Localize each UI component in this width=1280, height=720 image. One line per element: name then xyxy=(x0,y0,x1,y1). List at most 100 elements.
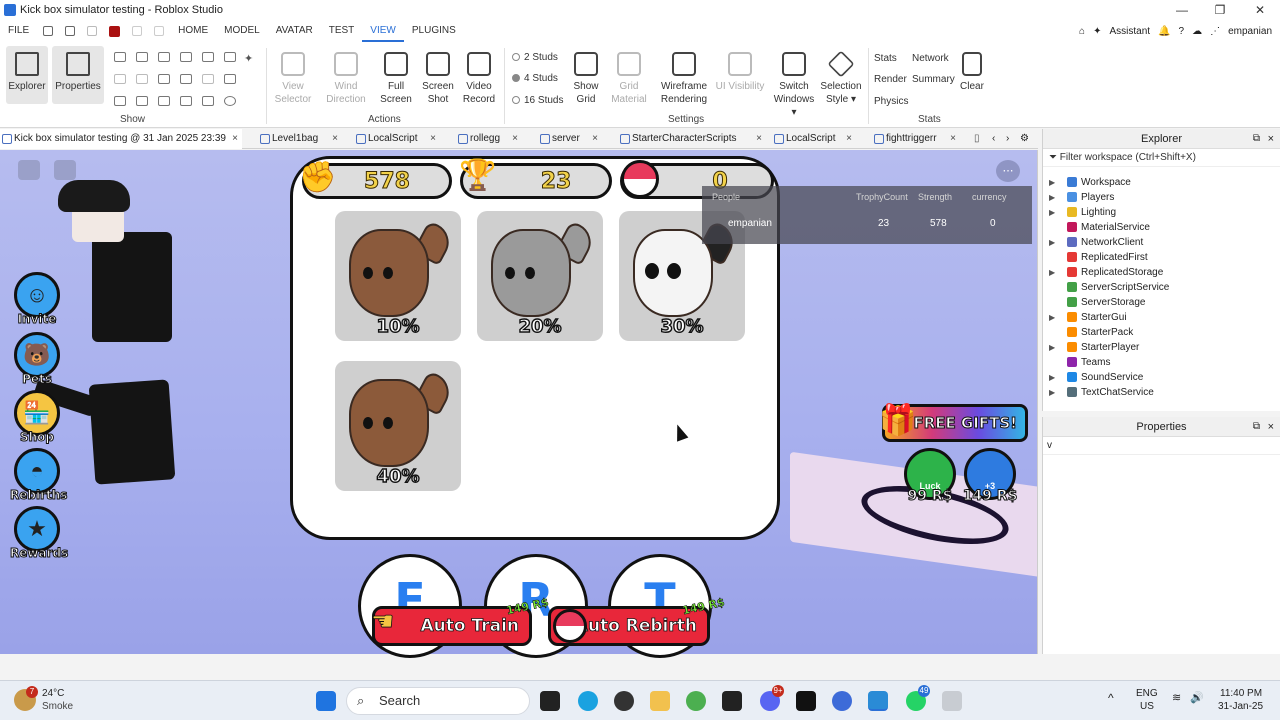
tag-editor-icon[interactable] xyxy=(202,74,214,84)
render-button[interactable]: Render xyxy=(874,73,907,86)
close-tab-icon[interactable]: × xyxy=(846,129,852,149)
menu-avatar[interactable]: AVATAR xyxy=(268,20,321,42)
wifi-icon[interactable]: ≋ xyxy=(1172,691,1181,704)
pet-card[interactable]: 40% xyxy=(335,361,461,491)
physics-button[interactable]: Physics xyxy=(874,95,908,108)
full-screen-button[interactable]: Full Screen xyxy=(376,52,416,106)
luck-boost-button[interactable]: Luck 99 R$ xyxy=(902,448,958,505)
asset-manager-icon[interactable] xyxy=(136,52,148,62)
share-icon[interactable]: ⋰ xyxy=(1210,26,1220,37)
sparkle-icon[interactable]: ✦ xyxy=(244,52,256,65)
stats-button[interactable]: Stats xyxy=(874,52,897,65)
network-button[interactable]: Network xyxy=(912,52,949,65)
tab-place[interactable]: Kick box simulator testing @ 31 Jan 2025… xyxy=(0,129,242,149)
menu-plugins[interactable]: PLUGINS xyxy=(404,20,464,42)
properties-filter-input[interactable]: v xyxy=(1043,437,1280,455)
pet-card[interactable]: 10% xyxy=(335,211,461,341)
tab-localscript[interactable]: LocalScript × xyxy=(354,129,440,149)
explorer-item-startergui[interactable]: ▶ StarterGui xyxy=(1043,310,1280,325)
close-tab-icon[interactable]: × xyxy=(430,129,436,149)
app-icon[interactable] xyxy=(614,691,634,711)
chat-icon[interactable] xyxy=(202,52,214,62)
explorer-item-networkclient[interactable]: ▶ NetworkClient xyxy=(1043,235,1280,250)
selection-style-button[interactable]: Selection Style ▾ xyxy=(818,50,864,106)
pet-slots-button[interactable]: +3 149 R$ xyxy=(962,448,1018,505)
studs-4-option[interactable]: 4 Studs xyxy=(512,73,558,84)
properties-toggle-button[interactable]: Properties xyxy=(52,46,104,104)
app-icon-2[interactable] xyxy=(832,691,852,711)
close-tab-icon[interactable]: × xyxy=(756,129,762,149)
explorer-filter-input[interactable]: ⏷ Filter workspace (Ctrl+Shift+X) xyxy=(1043,149,1280,167)
tab-settings-icon[interactable]: ⚙ xyxy=(1020,129,1029,149)
menu-model[interactable]: MODEL xyxy=(216,20,268,42)
expand-arrow-icon[interactable]: ▶ xyxy=(1049,205,1055,220)
redo-icon[interactable] xyxy=(154,26,165,36)
explorer-item-starterpack[interactable]: StarterPack xyxy=(1043,325,1280,340)
minimize-button[interactable]: — xyxy=(1162,0,1202,20)
expand-arrow-icon[interactable]: ▶ xyxy=(1049,190,1055,205)
explorer-item-textchatservice[interactable]: ▶ TextChatService xyxy=(1043,385,1280,400)
tab-level1bag[interactable]: Level1bag × xyxy=(258,129,342,149)
chat-toggle-icon[interactable] xyxy=(54,160,76,180)
undock-icon[interactable]: ⧉ xyxy=(1253,417,1260,437)
roblox-icon[interactable] xyxy=(796,691,816,711)
stop-icon[interactable] xyxy=(109,25,121,37)
task-scheduler-icon[interactable] xyxy=(136,96,148,106)
wind-direction-button[interactable]: Wind Direction xyxy=(324,52,368,106)
toolbox-icon[interactable] xyxy=(114,52,126,62)
screenshot-button[interactable]: Screen Shot xyxy=(418,52,458,106)
scroll-right-icon[interactable]: › xyxy=(1006,129,1009,149)
pet-card[interactable]: 20% xyxy=(477,211,603,341)
expand-arrow-icon[interactable]: ▶ xyxy=(1049,340,1055,355)
script-perf-icon[interactable] xyxy=(158,74,170,84)
find-icon[interactable] xyxy=(136,74,148,84)
shop-button[interactable]: 🏪 Shop xyxy=(10,390,64,445)
rewards-button[interactable]: ★ Rewards xyxy=(10,506,69,561)
explorer-item-replicatedstorage[interactable]: ▶ ReplicatedStorage xyxy=(1043,265,1280,280)
player-leaderboard[interactable]: People TrophyCount Strength currency emp… xyxy=(702,186,1032,244)
expand-arrow-icon[interactable]: ▶ xyxy=(1049,370,1055,385)
rebirths-button[interactable]: ◓ Rebirths xyxy=(10,448,68,503)
task-view-icon[interactable] xyxy=(540,691,560,711)
close-tab-icon[interactable]: × xyxy=(512,129,518,149)
notification-icon[interactable]: 🔔 xyxy=(1158,26,1170,37)
help-icon[interactable]: ? xyxy=(1179,26,1185,37)
tab-localscript-2[interactable]: LocalScript × xyxy=(772,129,856,149)
volume-icon[interactable]: 🔊 xyxy=(1190,691,1204,704)
context-icon[interactable] xyxy=(180,96,192,106)
explorer-item-serverscriptservice[interactable]: ServerScriptService xyxy=(1043,280,1280,295)
scroll-left-icon[interactable]: ‹ xyxy=(992,129,995,149)
explorer-toggle-button[interactable]: Explorer xyxy=(6,46,48,104)
home-icon[interactable]: ⌂ xyxy=(1079,26,1085,37)
tag-icon[interactable] xyxy=(224,52,236,62)
tray-chevron-icon[interactable]: ^ xyxy=(1108,691,1114,705)
team-create-icon[interactable] xyxy=(114,74,126,84)
more-tabs-icon[interactable]: ▯ xyxy=(974,129,980,149)
app-icon-3[interactable] xyxy=(942,691,962,711)
view-selector-button[interactable]: View Selector xyxy=(272,52,314,106)
close-tab-icon[interactable]: × xyxy=(950,129,956,149)
explorer-item-players[interactable]: ▶ Players xyxy=(1043,190,1280,205)
expand-arrow-icon[interactable]: ▶ xyxy=(1049,175,1055,190)
show-grid-button[interactable]: Show Grid xyxy=(568,52,604,106)
menu-home[interactable]: HOME xyxy=(170,20,216,42)
close-window-button[interactable]: ✕ xyxy=(1240,0,1280,20)
tab-fighttriggerr[interactable]: fighttriggerr × xyxy=(872,129,960,149)
expand-arrow-icon[interactable]: ▶ xyxy=(1049,310,1055,325)
edge-icon[interactable] xyxy=(578,691,598,711)
menu-test[interactable]: TEST xyxy=(321,20,363,42)
switch-windows-button[interactable]: Switch Windows ▾ xyxy=(770,52,818,119)
user-name[interactable]: empanian xyxy=(1228,26,1272,37)
explorer-item-soundservice[interactable]: ▶ SoundService xyxy=(1043,370,1280,385)
expand-arrow-icon[interactable]: ▶ xyxy=(1049,265,1055,280)
close-tab-icon[interactable]: × xyxy=(232,129,238,149)
explorer-item-materialservice[interactable]: MaterialService xyxy=(1043,220,1280,235)
grid-material-button[interactable]: Grid Material xyxy=(606,52,652,106)
more-options-icon[interactable]: ⋯ xyxy=(996,160,1020,182)
ui-visibility-button[interactable]: UI Visibility xyxy=(714,52,766,93)
history-icon[interactable] xyxy=(224,96,236,106)
explorer-item-teams[interactable]: Teams xyxy=(1043,355,1280,370)
alignment-icon[interactable] xyxy=(224,74,236,84)
undo-icon[interactable] xyxy=(132,26,143,36)
explorer-item-workspace[interactable]: ▶ Workspace xyxy=(1043,175,1280,190)
